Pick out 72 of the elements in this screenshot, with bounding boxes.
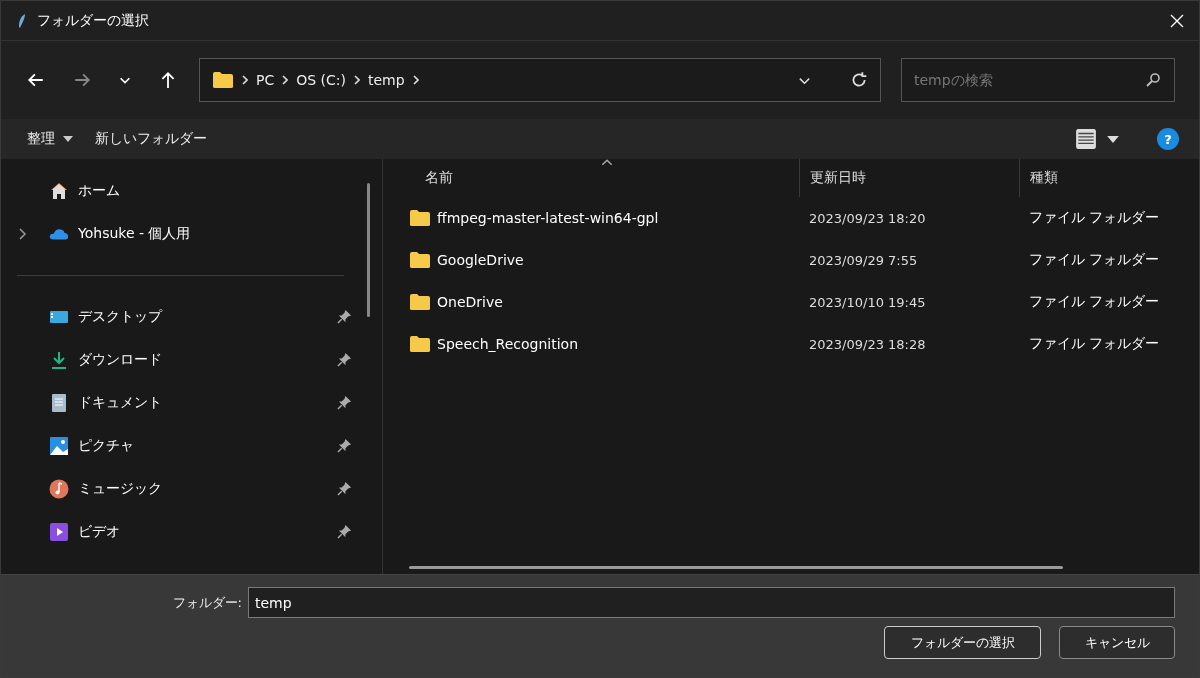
file-name[interactable]: ffmpeg-master-latest-win64-gpl xyxy=(437,210,659,226)
chevron-icon xyxy=(242,75,248,85)
date-cell: 2023/09/29 7:55 xyxy=(809,252,918,268)
back-arrow-icon xyxy=(27,71,45,89)
sidebar-item[interactable]: ダウンロード xyxy=(1,338,382,381)
sidebar-item[interactable]: ドキュメント xyxy=(1,381,382,424)
pin-icon[interactable] xyxy=(337,352,352,367)
column-header[interactable]: 名前 xyxy=(383,159,799,197)
new-folder-button[interactable]: 新しいフォルダー xyxy=(95,130,208,148)
breadcrumb[interactable]: OS (C:) xyxy=(296,72,346,88)
folder-icon xyxy=(409,251,431,269)
select-folder-button[interactable]: フォルダーの選択 xyxy=(884,626,1041,659)
caret-icon xyxy=(1107,135,1119,143)
pin-icon[interactable] xyxy=(337,395,352,410)
up-arrow-icon xyxy=(159,71,177,89)
feather-icon xyxy=(17,12,27,29)
breadcrumb[interactable]: temp xyxy=(368,72,405,88)
column-header[interactable]: 種類 xyxy=(1019,159,1199,197)
picture-icon xyxy=(49,435,69,456)
download-icon xyxy=(49,349,69,370)
type-cell: ファイル フォルダー xyxy=(1029,293,1160,311)
date-cell: 2023/09/23 18:20 xyxy=(809,210,926,226)
type-cell: ファイル フォルダー xyxy=(1029,251,1160,269)
column-header[interactable]: 更新日時 xyxy=(799,159,1019,197)
chevron-icon xyxy=(412,75,419,85)
scrollbar-thumb[interactable] xyxy=(409,565,1063,569)
file-name[interactable]: OneDrive xyxy=(437,294,503,310)
close-icon xyxy=(1169,12,1185,29)
type-cell: ファイル フォルダー xyxy=(1029,209,1160,227)
search-icon xyxy=(1145,72,1161,88)
house-icon xyxy=(49,180,69,201)
caret-icon xyxy=(63,136,74,142)
sidebar-item[interactable]: ビデオ xyxy=(1,510,382,553)
sidebar-item[interactable]: デスクトップ xyxy=(1,295,382,338)
sidebar-item[interactable]: ホーム xyxy=(1,169,382,212)
cancel-button[interactable]: キャンセル xyxy=(1059,626,1175,659)
address-bar[interactable]: PC OS (C:) temp xyxy=(199,58,881,102)
pin-icon[interactable] xyxy=(337,481,352,496)
chevron-icon xyxy=(282,75,289,85)
folder-icon xyxy=(409,293,431,311)
file-name[interactable]: GoogleDrive xyxy=(437,252,524,268)
view-options-button[interactable] xyxy=(1075,128,1119,150)
pin-icon[interactable] xyxy=(337,438,352,453)
folder-icon xyxy=(409,209,431,227)
scrollbar-thumb[interactable] xyxy=(367,183,370,317)
help-button[interactable]: ? xyxy=(1157,128,1179,150)
forward-arrow-icon xyxy=(73,71,91,89)
folder-input[interactable]: temp xyxy=(248,587,1175,618)
chevron-icon xyxy=(354,75,360,85)
breadcrumb[interactable]: PC xyxy=(256,72,275,88)
expand-chevron-icon[interactable] xyxy=(19,227,27,240)
refresh-icon[interactable] xyxy=(850,71,868,89)
list-view-icon xyxy=(1075,128,1097,150)
pin-icon[interactable] xyxy=(337,524,352,539)
folder-icon xyxy=(212,71,234,89)
folder-icon xyxy=(409,335,431,353)
music-note-icon xyxy=(49,478,69,499)
search-field[interactable]: tempの検索 xyxy=(901,58,1175,102)
date-cell: 2023/10/10 19:45 xyxy=(809,294,926,310)
file-name[interactable]: Speech_Recognition xyxy=(437,336,578,352)
window-title: フォルダーの選択 xyxy=(37,11,149,30)
organize-menu[interactable]: 整理 xyxy=(27,130,74,148)
video-icon xyxy=(49,521,69,542)
pin-icon[interactable] xyxy=(337,309,352,324)
folder-label: フォルダー: xyxy=(172,593,242,612)
sort-ascending-icon xyxy=(601,159,613,166)
type-cell: ファイル フォルダー xyxy=(1029,335,1160,353)
date-cell: 2023/09/23 18:28 xyxy=(809,336,926,352)
sidebar-item[interactable]: ピクチャ xyxy=(1,424,382,467)
sidebar-item[interactable]: ミュージック xyxy=(1,467,382,510)
document-icon xyxy=(49,392,69,413)
sidebar-item[interactable]: Yohsuke - 個人用 xyxy=(1,212,382,255)
